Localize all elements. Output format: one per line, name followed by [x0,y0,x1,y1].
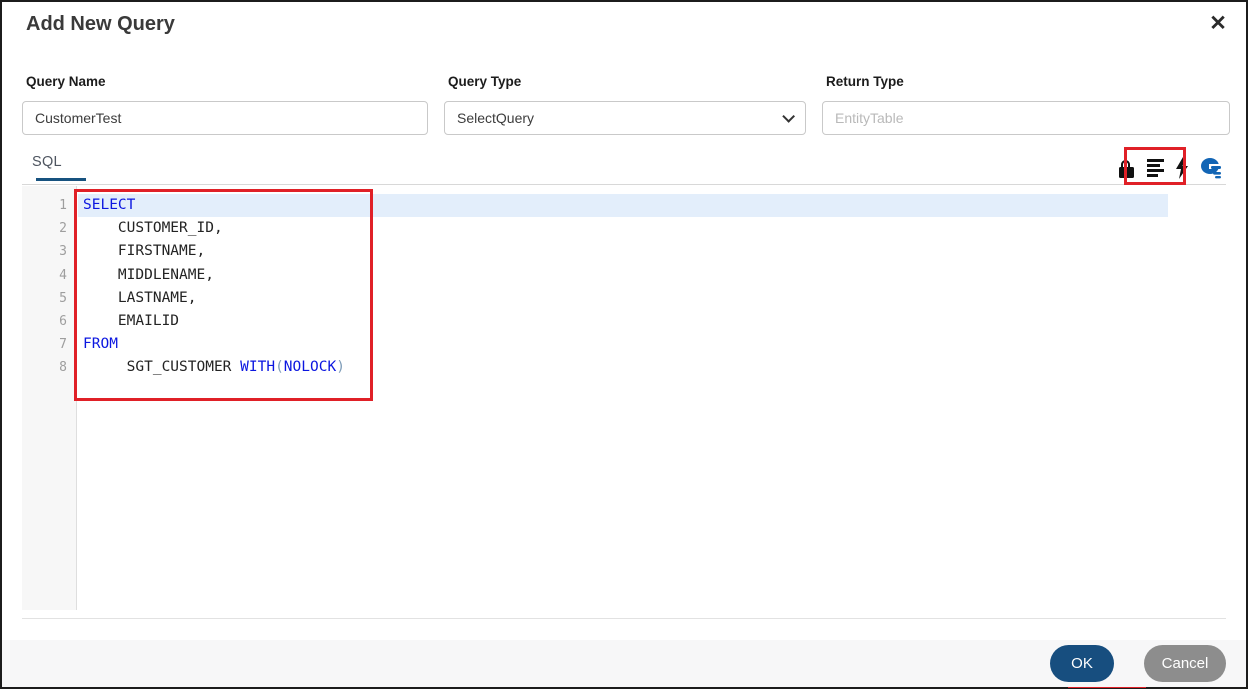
return-type-placeholder: EntityTable [835,110,904,126]
code-token-plain: MIDDLENAME, [83,266,214,283]
sql-editor[interactable]: 1 2 3 4 5 6 7 8 SELECT CUSTOMER_ID, FIRSTNAME, … [22,186,1226,610]
add-new-query-dialog: Add New Query ✕ Query Name Query Type Re… [0,0,1248,689]
code-token-keyword: WITH [240,359,276,376]
line-number: 2 [59,221,67,237]
code-token-plain: LASTNAME, [83,289,197,306]
query-name-input[interactable]: CustomerTest [22,101,428,135]
database-icon[interactable] [1200,157,1224,179]
code-token-paren: ) [336,359,345,376]
query-name-value: CustomerTest [35,110,122,126]
code-token-plain: SGT_CUSTOMER [83,359,241,376]
code-line[interactable]: SELECT [78,194,1168,218]
code-line[interactable]: SGT_CUSTOMER WITH(NOLOCK) [78,356,1226,379]
code-line[interactable]: MIDDLENAME, [78,264,1226,287]
code-token-plain: CUSTOMER_ID, [83,220,223,237]
query-type-label: Query Type [448,74,522,89]
line-number: 3 [59,244,67,260]
code-line[interactable]: EMAILID [78,310,1226,333]
format-lines-icon[interactable] [1147,159,1164,177]
tab-sql-label: SQL [32,154,62,170]
ok-button[interactable]: OK [1050,645,1114,682]
footer: OK Cancel [2,640,1246,687]
query-type-select[interactable]: SelectQuery [444,101,806,135]
lightning-icon[interactable] [1175,157,1189,179]
active-tab-underline [36,177,86,181]
code-token-keyword: SELECT [83,197,136,213]
query-name-label: Query Name [26,74,106,89]
line-number: 8 [59,360,67,376]
return-type-label: Return Type [826,74,904,89]
code-token-keyword: NOLOCK [283,359,337,376]
cancel-button[interactable]: Cancel [1144,645,1226,682]
code-line[interactable]: FIRSTNAME, [78,240,1226,263]
close-icon[interactable]: ✕ [1206,12,1230,36]
line-number-gutter: 1 2 3 4 5 6 7 8 [22,186,77,610]
tab-sql[interactable]: SQL [32,154,86,181]
line-number: 5 [59,290,67,306]
tab-bar: SQL [22,150,1226,185]
return-type-input[interactable]: EntityTable [822,101,1230,135]
footer-divider [22,618,1226,619]
code-token-plain: EMAILID [83,312,180,329]
chevron-down-icon [782,109,795,123]
lock-icon[interactable] [1116,156,1136,180]
code-editor[interactable]: SELECT CUSTOMER_ID, FIRSTNAME, MIDDLENAM… [78,186,1226,610]
query-type-selected-value: SelectQuery [457,110,535,126]
code-line[interactable]: LASTNAME, [78,287,1226,310]
code-token-paren: ( [275,359,284,376]
code-token-keyword: FROM [83,336,118,353]
code-token-plain: FIRSTNAME, [83,243,206,260]
code-line[interactable]: FROM [78,333,1226,356]
line-number: 6 [59,313,67,329]
line-number: 7 [59,337,67,353]
line-number: 4 [59,267,67,283]
code-line[interactable]: CUSTOMER_ID, [78,217,1226,240]
dialog-title: Add New Query [26,13,175,35]
editor-toolbar [1116,152,1224,184]
line-number: 1 [59,198,67,213]
